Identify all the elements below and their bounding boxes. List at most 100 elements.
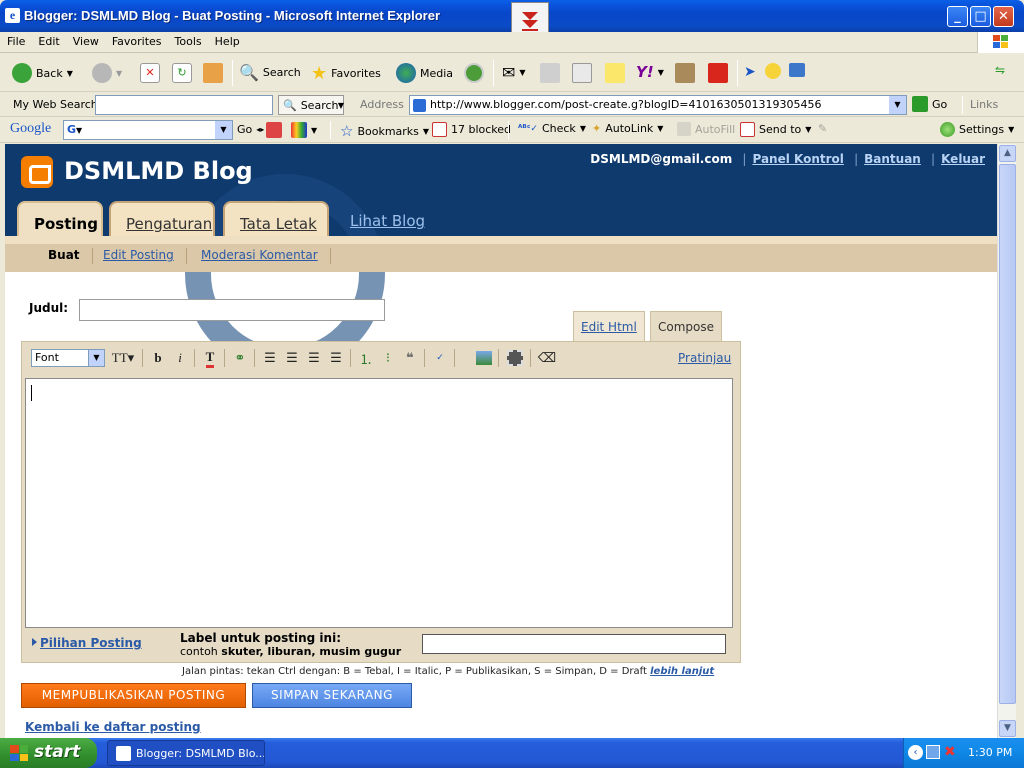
menu-help[interactable]: Help [208, 32, 246, 48]
forward-button[interactable]: ▼ [92, 63, 122, 83]
menu-file[interactable]: File [0, 32, 31, 48]
download-tool-button[interactable] [708, 63, 728, 83]
google-go-button[interactable]: Go ◂▸ [237, 123, 264, 136]
align-left-button[interactable]: ☰ [260, 348, 280, 368]
link-panel-kontrol[interactable]: Panel Kontrol [752, 152, 843, 166]
minimize-button[interactable]: _ [947, 6, 968, 27]
subnav-buat[interactable]: Buat [36, 248, 93, 264]
network-disconnected-icon[interactable]: ✖ [944, 744, 956, 760]
cursor-button[interactable]: ➤ [744, 64, 756, 80]
popup-blocked-button[interactable]: 17 blocked [432, 122, 511, 137]
autofill-button[interactable]: AutoFill [677, 122, 735, 136]
autofill-icon [677, 122, 691, 136]
font-select[interactable]: Font ▼ [31, 349, 105, 367]
highlight-button[interactable]: ✎ [818, 122, 827, 135]
bold-button[interactable]: b [148, 348, 168, 368]
tab-pengaturan[interactable]: Pengaturan [109, 201, 215, 237]
search-icon: 🔍 [283, 98, 297, 112]
print-button[interactable] [540, 63, 560, 83]
remove-format-button[interactable]: ⌫ [537, 348, 557, 368]
tab-edit-html[interactable]: Edit Html [573, 311, 645, 341]
edit-button[interactable] [572, 63, 592, 83]
chevron-down-icon: ▼ [422, 126, 430, 136]
post-body-editor[interactable] [25, 378, 733, 628]
menu-favorites[interactable]: Favorites [105, 32, 168, 48]
search-dropdown[interactable]: ▼ [334, 95, 348, 115]
sendto-button[interactable]: Send to ▼ [740, 122, 811, 137]
taskbar-item-ie[interactable]: Blogger: DSMLMD Blo... [107, 740, 265, 766]
mail-button[interactable]: ✉ ▼ [502, 63, 526, 82]
media-button[interactable]: Media [396, 63, 453, 83]
menu-tools[interactable]: Tools [168, 32, 208, 48]
notes-button[interactable] [605, 63, 625, 83]
preview-link[interactable]: Pratinjau [678, 351, 731, 365]
bookmarks-button[interactable]: ☆ Bookmarks ▼ [340, 122, 429, 140]
text-color-button[interactable]: T [200, 348, 220, 368]
network-icon[interactable] [926, 745, 940, 759]
scroll-down-icon[interactable]: ▼ [999, 720, 1016, 737]
tab-posting[interactable]: Posting [17, 201, 103, 239]
maximize-button[interactable]: □ [970, 6, 991, 27]
toolbar-options[interactable]: ⇋ [995, 63, 1005, 77]
labels-input[interactable] [422, 634, 726, 654]
vertical-scrollbar[interactable]: ▲ ▼ [997, 144, 1016, 738]
shortcuts-more-link[interactable]: lebih lanjut [650, 666, 714, 677]
smiley-button[interactable] [765, 63, 781, 79]
bullet-list-icon: ⁝ [385, 350, 391, 366]
scroll-thumb[interactable] [999, 164, 1016, 704]
post-options-link[interactable]: Pilihan Posting [32, 636, 142, 650]
research-button[interactable] [675, 63, 695, 83]
autolink-button[interactable]: ✦ AutoLink ▼ [592, 122, 663, 135]
home-button[interactable] [203, 63, 223, 83]
blockquote-button[interactable]: ❝ [400, 348, 420, 368]
align-center-button[interactable]: ☰ [282, 348, 302, 368]
subnav-edit-posting[interactable]: Edit Posting [91, 248, 187, 264]
title-input[interactable] [79, 299, 385, 321]
font-size-button[interactable]: TT▾ [110, 348, 136, 368]
screen-button[interactable] [789, 63, 805, 77]
favorites-button[interactable]: ★ Favorites [311, 63, 381, 84]
pagerank-button[interactable] [266, 122, 282, 138]
insert-video-button[interactable] [505, 348, 525, 368]
yahoo-button[interactable]: Y! ▼ [636, 63, 664, 81]
bullet-list-button[interactable]: ⁝ [378, 348, 398, 368]
insert-image-button[interactable] [474, 348, 494, 368]
go-button[interactable]: Go [912, 96, 947, 112]
back-button[interactable]: Back ▼ [12, 63, 73, 83]
spellcheck-button[interactable]: ✓ [430, 348, 450, 368]
tray-expand-icon[interactable]: ‹ [908, 745, 923, 760]
scroll-up-icon[interactable]: ▲ [999, 145, 1016, 162]
link-lihat-blog[interactable]: Lihat Blog [350, 212, 425, 230]
refresh-button[interactable]: ↻ [172, 63, 192, 83]
settings-button[interactable]: Settings ▼ [940, 122, 1014, 137]
chevron-down-icon[interactable]: ▼ [215, 121, 232, 139]
menu-edit[interactable]: Edit [31, 32, 65, 48]
italic-button[interactable]: i [170, 348, 190, 368]
back-to-posts-link[interactable]: Kembali ke daftar posting [25, 720, 201, 734]
spellcheck-button[interactable]: ᴬᴮᶜ✓ Check ▼ [518, 122, 586, 135]
news-button[interactable]: ▼ [291, 122, 317, 138]
chevron-down-icon[interactable]: ▼ [889, 96, 906, 114]
links-button[interactable]: Links [970, 98, 998, 111]
close-button[interactable]: ✕ [993, 6, 1014, 27]
tab-compose[interactable]: Compose [650, 311, 723, 341]
start-button[interactable]: start [0, 738, 97, 768]
stop-button[interactable]: ✕ [140, 63, 160, 83]
link-keluar[interactable]: Keluar [941, 152, 985, 166]
chevron-down-icon: ▼ [805, 125, 812, 134]
align-right-button[interactable]: ☰ [304, 348, 324, 368]
tab-tata-letak[interactable]: Tata Letak [223, 201, 329, 237]
link-button[interactable]: ⚭ [230, 348, 250, 368]
google-search-input[interactable]: G▼ ▼ [63, 120, 233, 140]
search-button[interactable]: 🔍 Search [239, 63, 301, 82]
subnav-moderasi-komentar[interactable]: Moderasi Komentar [189, 248, 331, 264]
numbered-list-button[interactable]: ⒈ [356, 348, 376, 368]
address-input[interactable]: http://www.blogger.com/post-create.g?blo… [409, 95, 907, 115]
menu-view[interactable]: View [66, 32, 105, 48]
link-bantuan[interactable]: Bantuan [864, 152, 921, 166]
save-now-button[interactable]: SIMPAN SEKARANG [252, 683, 412, 708]
align-justify-button[interactable]: ☰ [326, 348, 346, 368]
history-button[interactable] [464, 63, 484, 83]
publish-button[interactable]: MEMPUBLIKASIKAN POSTING [21, 683, 246, 708]
mywebsearch-input[interactable] [95, 95, 273, 115]
